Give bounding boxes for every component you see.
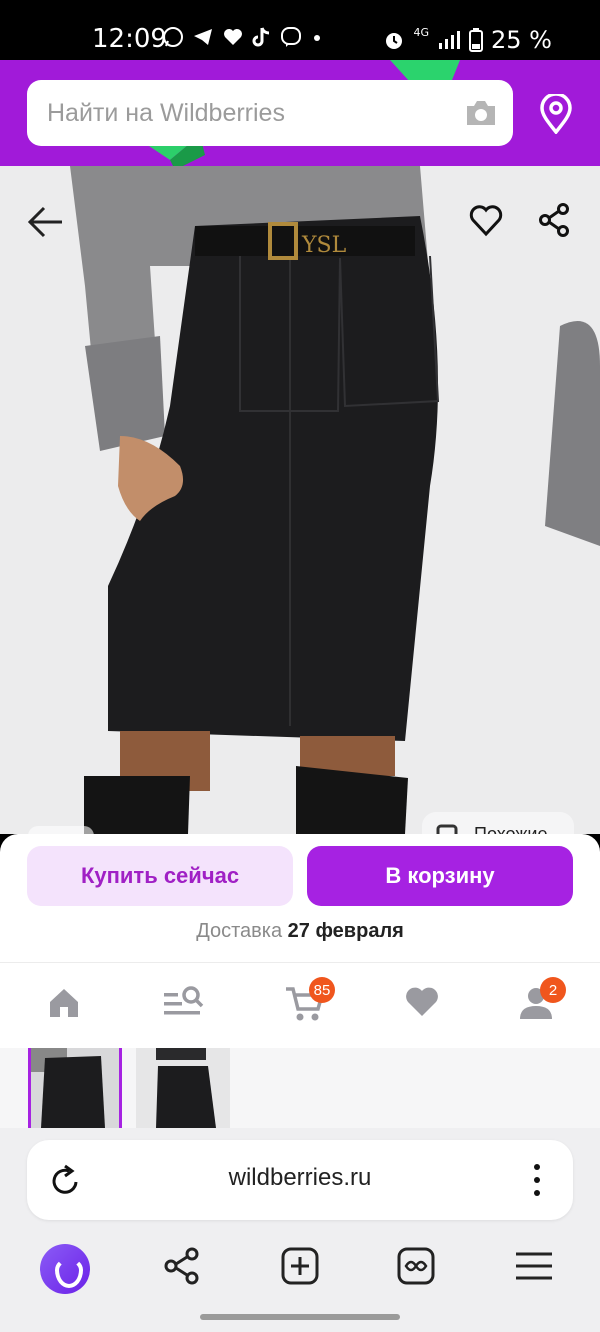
more-vertical-icon[interactable] bbox=[531, 1162, 543, 1198]
alarm-icon bbox=[386, 33, 403, 49]
delivery-info: Доставка 27 февраля bbox=[0, 920, 600, 943]
thumbnail-2[interactable] bbox=[136, 1048, 230, 1128]
battery-icon bbox=[469, 28, 484, 52]
whatsapp-icon bbox=[163, 27, 183, 47]
bottom-navigation: 85 2 bbox=[0, 962, 600, 1048]
status-system-icons: 4G 25 % bbox=[383, 26, 552, 54]
profile-count-badge: 2 bbox=[540, 977, 566, 1003]
favorites-icon[interactable] bbox=[404, 985, 440, 1019]
status-bar: 12:09 4G 25 % bbox=[0, 0, 600, 60]
telegram-icon bbox=[194, 29, 212, 45]
thumbnail-1[interactable] bbox=[28, 1048, 122, 1128]
tiktok-icon bbox=[252, 27, 270, 47]
svg-text:YSL: YSL bbox=[301, 233, 347, 258]
battery-percent: 25 % bbox=[491, 26, 552, 54]
search-input[interactable]: Найти на Wildberries bbox=[27, 80, 513, 146]
url-text: wildberries.ru bbox=[228, 1164, 372, 1191]
browser-toolbar: wildberries.ru bbox=[0, 1128, 600, 1332]
delivery-date: 27 февраля bbox=[287, 920, 404, 942]
product-photo[interactable]: YSL bbox=[0, 166, 600, 834]
menu-icon[interactable] bbox=[514, 1246, 554, 1286]
back-arrow-icon[interactable] bbox=[26, 202, 66, 242]
signal-icon bbox=[439, 31, 461, 49]
thumbnail-strip bbox=[0, 1048, 600, 1128]
catalog-search-icon[interactable] bbox=[162, 985, 204, 1021]
delivery-label: Доставка bbox=[196, 920, 283, 942]
viber-icon bbox=[281, 27, 301, 47]
network-type: 4G bbox=[413, 25, 430, 39]
location-pin-icon[interactable] bbox=[538, 94, 574, 134]
product-photo-illustration: YSL bbox=[0, 166, 600, 834]
favorite-heart-icon[interactable] bbox=[468, 202, 504, 238]
share-page-icon[interactable] bbox=[162, 1246, 202, 1286]
address-bar[interactable]: wildberries.ru bbox=[27, 1140, 573, 1220]
status-notification-icons bbox=[162, 26, 324, 48]
thumbnail-2-image bbox=[136, 1048, 230, 1128]
purchase-panel: Купить сейчас В корзину Доставка 27 февр… bbox=[0, 834, 600, 962]
search-header: Найти на Wildberries bbox=[0, 60, 600, 166]
home-indicator[interactable] bbox=[200, 1314, 400, 1320]
thumbnail-1-image bbox=[31, 1048, 119, 1128]
add-to-cart-button[interactable]: В корзину bbox=[307, 846, 573, 906]
camera-icon[interactable] bbox=[464, 98, 498, 128]
buy-now-button[interactable]: Купить сейчас bbox=[27, 846, 293, 906]
new-tab-icon[interactable] bbox=[280, 1246, 320, 1286]
tabs-icon[interactable] bbox=[396, 1246, 436, 1286]
heart-app-icon bbox=[224, 29, 242, 45]
status-time: 12:09 bbox=[92, 24, 167, 54]
more-notifications-dot-icon bbox=[314, 35, 320, 41]
share-icon[interactable] bbox=[536, 202, 572, 238]
cart-count-badge: 85 bbox=[309, 977, 335, 1003]
home-icon[interactable] bbox=[46, 985, 82, 1021]
search-placeholder: Найти на Wildberries bbox=[47, 99, 285, 127]
alice-assistant-icon[interactable] bbox=[40, 1244, 90, 1294]
